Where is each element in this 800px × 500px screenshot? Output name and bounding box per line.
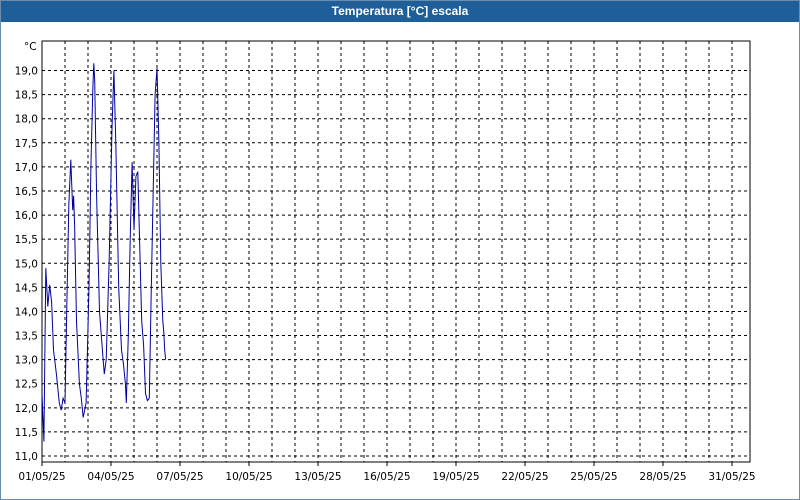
y-tick-label: 18,5 xyxy=(15,90,38,102)
y-tick-label: 13,5 xyxy=(15,331,38,343)
x-tick-label: 25/05/25 xyxy=(570,471,617,483)
y-tick-label: 17,5 xyxy=(15,138,38,150)
y-tick-label: 18,0 xyxy=(15,114,38,126)
x-axis-ticks: 01/05/25 04/05/25 07/05/25 10/05/25 13/05/25… xyxy=(18,471,755,483)
x-tick-label: 01/05/25 xyxy=(18,471,65,483)
y-axis-unit-label: °C xyxy=(24,41,37,53)
y-tick-label: 15,0 xyxy=(15,258,38,270)
y-axis-ticks: 11,0 11,5 12,0 12,5 13,0 13,5 14,0 14,5 15,0 15,5… xyxy=(15,66,38,464)
x-tick-label: 10/05/25 xyxy=(225,471,272,483)
y-tick-label: 12,5 xyxy=(15,379,38,391)
x-tick-label: 28/05/25 xyxy=(639,471,686,483)
temperature-chart: 11,0 11,5 12,0 12,5 13,0 13,5 14,0 14,5 15,0 15,5… xyxy=(15,40,756,483)
x-tick-label: 19/05/25 xyxy=(432,471,479,483)
x-tick-label: 07/05/25 xyxy=(156,471,203,483)
y-tick-label: 13,0 xyxy=(15,355,38,367)
y-tick-label: 12,0 xyxy=(15,403,38,415)
plot-area xyxy=(41,63,167,442)
x-tick-label: 31/05/25 xyxy=(708,471,755,483)
grid xyxy=(41,40,751,466)
temperature-series-line xyxy=(41,63,167,442)
x-tick-label: 16/05/25 xyxy=(363,471,410,483)
x-tick-label: 22/05/25 xyxy=(501,471,548,483)
y-tick-label: 16,0 xyxy=(15,210,38,222)
y-tick-label: 17,0 xyxy=(15,162,38,174)
x-tick-label: 04/05/25 xyxy=(87,471,134,483)
y-tick-label: 11,5 xyxy=(15,427,38,439)
y-tick-label: 14,0 xyxy=(15,306,38,318)
y-tick-label: 19,0 xyxy=(15,66,38,78)
y-tick-label: 14,5 xyxy=(15,282,38,294)
y-tick-label: 11,0 xyxy=(15,451,38,463)
y-tick-label: 16,5 xyxy=(15,186,38,198)
y-tick-label: 15,5 xyxy=(15,234,38,246)
x-tick-label: 13/05/25 xyxy=(294,471,341,483)
